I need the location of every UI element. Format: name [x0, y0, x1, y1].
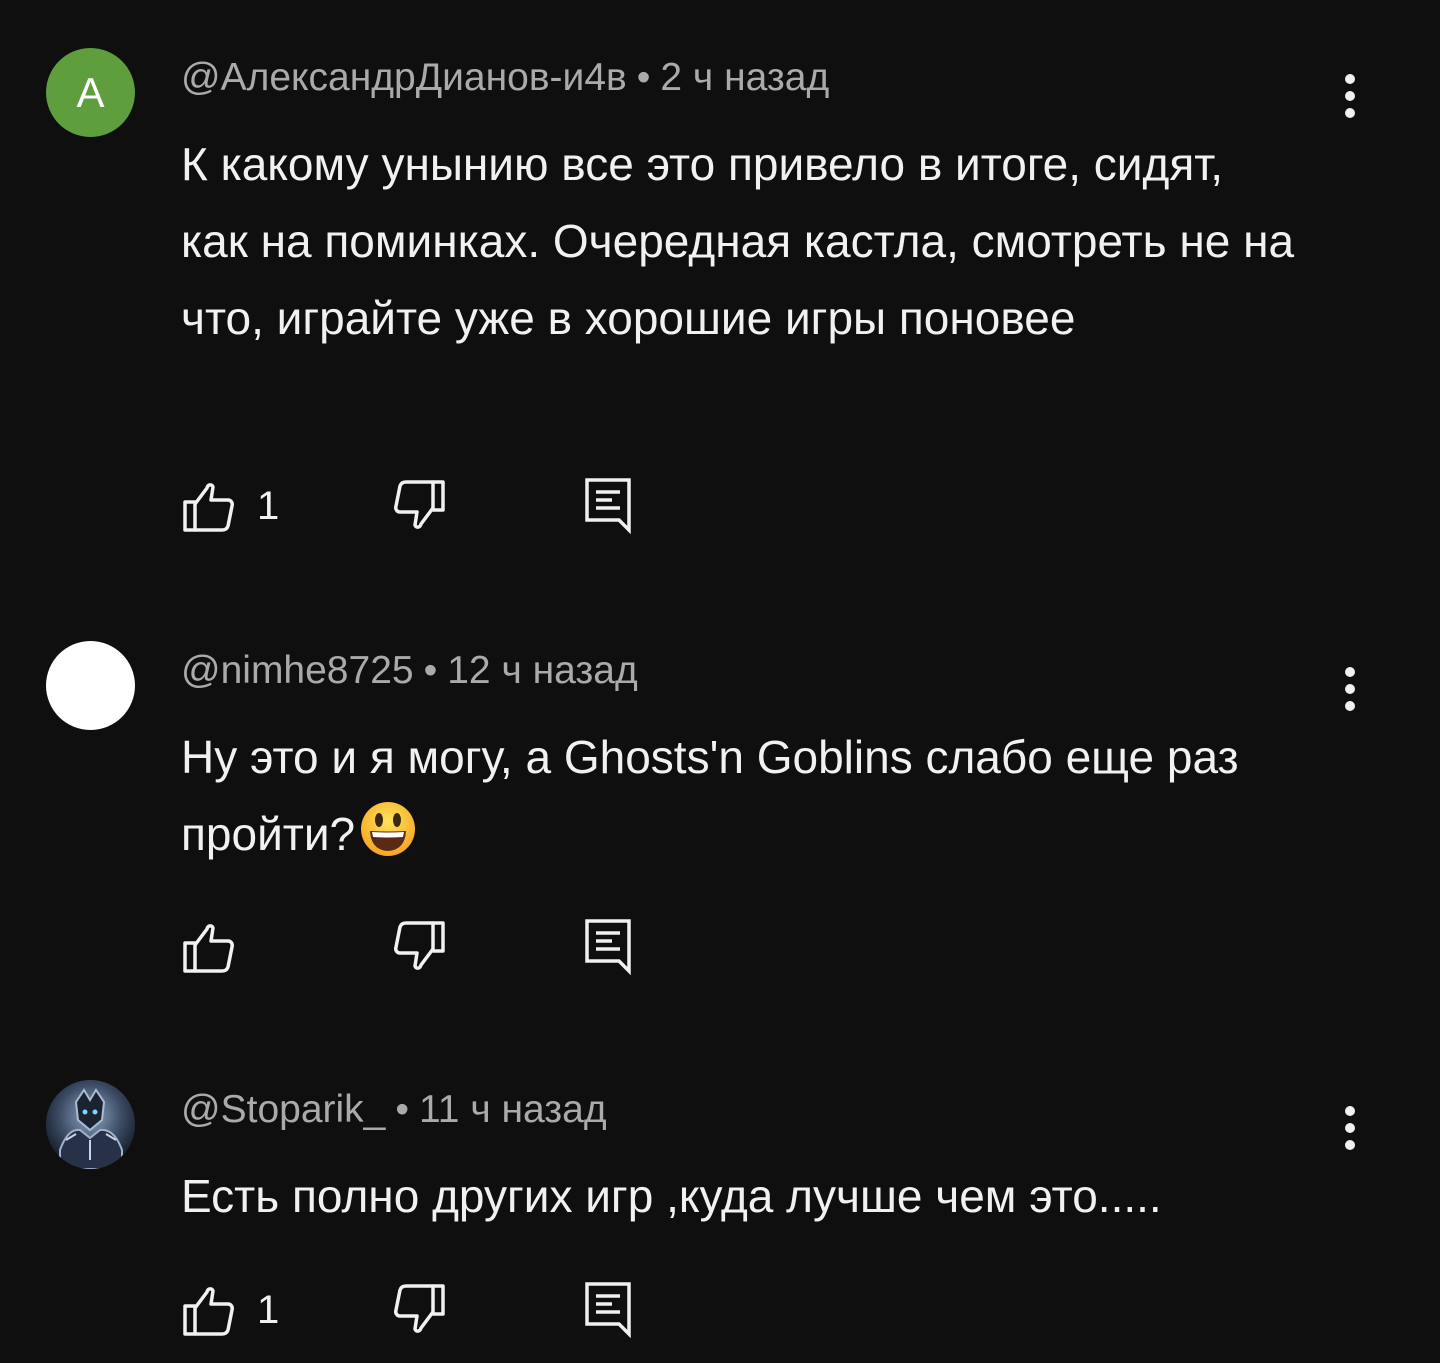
dislike-button[interactable] [391, 917, 447, 977]
comment-text: К какому унынию все это привело в итоге,… [181, 138, 1295, 344]
comment-time[interactable]: 2 ч назад [660, 56, 829, 99]
comment-meta: @Stoparik_ • 11 ч назад [181, 1084, 607, 1136]
comment-actions: 1 [181, 476, 661, 536]
comment-text-wrap: Ну это и я могу, а Ghosts'n Goblins слаб… [181, 719, 1301, 873]
thumb-up-icon [183, 483, 234, 532]
reply-comment-icon [585, 1282, 631, 1339]
comment-meta: @nimhe8725 • 12 ч назад [181, 645, 638, 697]
thumb-up-icon [183, 924, 234, 973]
comment-meta: @АлександрДианов-и4в • 2 ч назад [181, 52, 829, 104]
comment-actions: 1 [181, 1280, 661, 1340]
reply-button[interactable] [581, 476, 637, 536]
comment-author[interactable]: @АлександрДианов-и4в [181, 56, 627, 99]
avatar[interactable] [46, 641, 135, 730]
reply-comment-icon [585, 478, 631, 535]
more-vertical-icon[interactable] [1330, 1098, 1370, 1158]
like-count: 1 [257, 484, 280, 528]
avatar[interactable]: А [46, 48, 135, 137]
comment-author[interactable]: @nimhe8725 [181, 649, 414, 692]
reply-button[interactable] [581, 1280, 637, 1340]
comment-time[interactable]: 12 ч назад [447, 649, 638, 692]
like-button[interactable]: 1 [181, 476, 279, 536]
avatar-letter: А [76, 68, 105, 116]
more-vertical-icon[interactable] [1330, 659, 1370, 719]
reply-button[interactable] [581, 917, 637, 977]
armored-knight-avatar-icon [46, 1080, 135, 1169]
thumb-down-icon [394, 921, 445, 970]
like-count: 1 [257, 1288, 280, 1332]
avatar[interactable] [46, 1080, 135, 1169]
dislike-button[interactable] [391, 1280, 447, 1340]
thumb-down-icon [394, 1284, 445, 1333]
thumb-down-icon [394, 480, 445, 529]
meta-separator: • [423, 649, 438, 692]
reply-comment-icon [585, 919, 631, 976]
comment-author[interactable]: @Stoparik_ [181, 1088, 385, 1131]
meta-separator: • [636, 56, 651, 99]
comment-text: Есть полно других игр ,куда лучше чем эт… [181, 1170, 1162, 1222]
comment-time[interactable]: 11 ч назад [419, 1088, 607, 1131]
thumb-up-icon [183, 1287, 234, 1336]
comment-text: Ну это и я могу, а Ghosts'n Goblins слаб… [181, 731, 1239, 860]
dislike-button[interactable] [391, 476, 447, 536]
smiling-face-emoji [361, 802, 416, 856]
meta-separator: • [395, 1088, 410, 1131]
more-vertical-icon[interactable] [1330, 66, 1370, 126]
like-button[interactable]: 1 [181, 1280, 279, 1340]
like-button[interactable] [181, 917, 257, 977]
comment-actions [181, 917, 661, 977]
